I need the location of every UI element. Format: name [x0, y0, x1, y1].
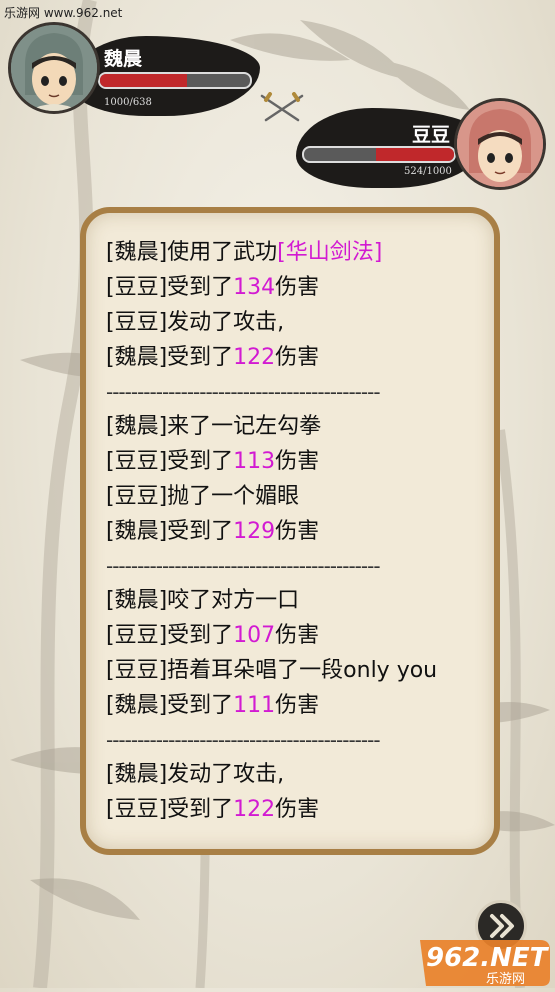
site-watermark: 乐游网 www.962.net: [4, 6, 123, 20]
player-hp-bar: [98, 72, 252, 89]
log-separator: ----------------------------------------…: [106, 380, 381, 404]
enemy-hp-bar: [302, 146, 456, 163]
log-text: 伤害: [275, 623, 320, 648]
log-highlight: 107: [233, 623, 276, 648]
log-text: [魏晨]受到了: [106, 693, 234, 718]
log-line: [豆豆]捂着耳朵唱了一段only you: [106, 653, 484, 688]
log-text: [豆豆]受到了: [106, 449, 234, 474]
log-highlight: 122: [233, 345, 276, 370]
log-line: [豆豆]受到了134伤害: [106, 270, 484, 305]
logo-text: 962.NET: [426, 943, 550, 973]
log-text: [豆豆]捂着耳朵唱了一段only you: [106, 658, 438, 683]
log-line: [魏晨]受到了111伤害: [106, 688, 484, 723]
log-highlight: [华山剑法]: [277, 240, 383, 265]
log-text: [豆豆]受到了: [106, 275, 234, 300]
log-text: 伤害: [275, 693, 320, 718]
enemy-hp-text: 524/1000: [404, 166, 452, 177]
log-highlight: 113: [233, 449, 276, 474]
player-hp-fill: [100, 74, 187, 87]
site-logo: 962.NET 乐游网: [418, 934, 552, 988]
log-text: [魏晨]使用了武功: [106, 240, 278, 265]
battle-log-panel: [魏晨]使用了武功[华山剑法] [豆豆]受到了134伤害 [豆豆]发动了攻击, [魏晨…: [80, 207, 500, 855]
log-text: 伤害: [275, 449, 320, 474]
log-text: [魏晨]受到了: [106, 519, 234, 544]
log-highlight: 134: [233, 275, 276, 300]
log-line: [魏晨]发动了攻击,: [106, 757, 484, 792]
log-text: [豆豆]受到了: [106, 623, 234, 648]
player-name: 魏晨: [104, 48, 143, 70]
player-avatar: [8, 22, 100, 114]
log-text: 伤害: [275, 797, 320, 822]
log-separator: ----------------------------------------…: [106, 554, 381, 578]
log-text: [豆豆]抛了一个媚眼: [106, 484, 300, 509]
log-separator: ----------------------------------------…: [106, 728, 381, 752]
crossed-swords-icon: [260, 92, 304, 122]
enemy-hp-fill: [376, 148, 454, 161]
log-text: [魏晨]发动了攻击,: [106, 762, 285, 787]
log-line: [豆豆]受到了122伤害: [106, 792, 484, 827]
log-text: 伤害: [275, 345, 320, 370]
log-highlight: 129: [233, 519, 276, 544]
log-text: [魏晨]咬了对方一口: [106, 588, 300, 613]
enemy-name: 豆豆: [412, 124, 451, 146]
enemy-avatar: [454, 98, 546, 190]
logo-subtext: 乐游网: [486, 972, 525, 987]
log-line: [魏晨]使用了武功[华山剑法]: [106, 235, 484, 270]
log-line: [豆豆]受到了107伤害: [106, 618, 484, 653]
log-text: 伤害: [275, 275, 320, 300]
log-line: [豆豆]抛了一个媚眼: [106, 479, 484, 514]
log-line: [豆豆]发动了攻击,: [106, 305, 484, 340]
log-highlight: 122: [233, 797, 276, 822]
log-line: [魏晨]来了一记左勾拳: [106, 409, 484, 444]
log-line: [豆豆]受到了113伤害: [106, 444, 484, 479]
log-line: [魏晨]咬了对方一口: [106, 583, 484, 618]
log-text: 伤害: [275, 519, 320, 544]
log-highlight: 111: [233, 693, 276, 718]
log-text: [魏晨]来了一记左勾拳: [106, 414, 322, 439]
log-line: [魏晨]受到了129伤害: [106, 514, 484, 549]
log-line: [魏晨]受到了122伤害: [106, 340, 484, 375]
log-text: [魏晨]受到了: [106, 345, 234, 370]
log-text: [豆豆]发动了攻击,: [106, 310, 285, 335]
battle-log-lines: [魏晨]使用了武功[华山剑法] [豆豆]受到了134伤害 [豆豆]发动了攻击, [魏晨…: [106, 235, 484, 827]
player-hp-text: 1000/638: [104, 97, 152, 108]
log-text: [豆豆]受到了: [106, 797, 234, 822]
